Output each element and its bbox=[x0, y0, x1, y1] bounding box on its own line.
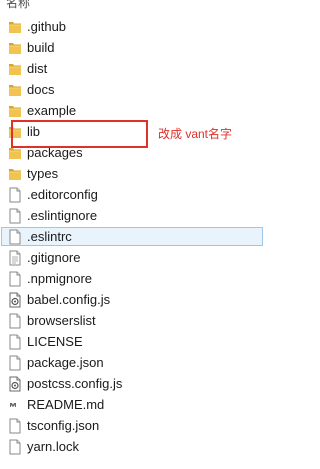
script-file-icon bbox=[8, 292, 22, 308]
item-name: yarn.lock bbox=[27, 439, 80, 454]
item-name: .editorconfig bbox=[27, 187, 98, 202]
file-row[interactable]: package.json bbox=[0, 352, 265, 373]
file-row[interactable]: .npmignore bbox=[0, 268, 265, 289]
file-row[interactable]: browserslist bbox=[0, 310, 265, 331]
item-name: .eslintrc bbox=[27, 229, 72, 244]
file-icon bbox=[8, 208, 22, 224]
file-row[interactable]: README.md bbox=[0, 394, 265, 415]
file-icon bbox=[8, 271, 22, 287]
folder-row[interactable]: types bbox=[0, 163, 265, 184]
file-row[interactable]: LICENSE bbox=[0, 331, 265, 352]
file-row[interactable]: yarn.lock bbox=[0, 436, 265, 457]
column-header[interactable]: 名称 bbox=[0, 0, 265, 14]
folder-icon bbox=[8, 19, 22, 35]
file-icon bbox=[8, 334, 22, 350]
folder-icon bbox=[8, 40, 22, 56]
item-name: types bbox=[27, 166, 59, 181]
file-icon bbox=[8, 439, 22, 455]
folder-row[interactable]: docs bbox=[0, 79, 265, 100]
item-name: build bbox=[27, 40, 55, 55]
item-name: babel.config.js bbox=[27, 292, 111, 307]
item-name: dist bbox=[27, 61, 48, 76]
annotation-text: 改成 vant名字 bbox=[158, 127, 233, 141]
item-name: LICENSE bbox=[27, 334, 83, 349]
file-icon bbox=[8, 187, 22, 203]
item-name: tsconfig.json bbox=[27, 418, 100, 433]
folder-row[interactable]: .github bbox=[0, 16, 265, 37]
text-file-icon bbox=[8, 250, 22, 266]
file-row[interactable]: .editorconfig bbox=[0, 184, 265, 205]
item-name: example bbox=[27, 103, 77, 118]
folder-icon bbox=[8, 61, 22, 77]
folder-icon bbox=[8, 103, 22, 119]
folder-row[interactable]: dist bbox=[0, 58, 265, 79]
file-row[interactable]: .eslintrc bbox=[0, 226, 265, 247]
file-list: .github build dist docs example lib packages ty… bbox=[0, 16, 265, 457]
folder-row[interactable]: example bbox=[0, 100, 265, 121]
item-name: README.md bbox=[27, 397, 105, 412]
file-row[interactable]: .eslintignore bbox=[0, 205, 265, 226]
item-name: postcss.config.js bbox=[27, 376, 123, 391]
item-name: .npmignore bbox=[27, 271, 93, 286]
markdown-file-icon bbox=[8, 397, 22, 413]
annotation-highlight-box bbox=[11, 120, 148, 148]
column-header-name: 名称 bbox=[6, 0, 31, 10]
script-file-icon bbox=[8, 376, 22, 392]
file-icon bbox=[8, 229, 22, 245]
file-icon bbox=[8, 313, 22, 329]
item-name: package.json bbox=[27, 355, 104, 370]
file-row[interactable]: .gitignore bbox=[0, 247, 265, 268]
file-row[interactable]: postcss.config.js bbox=[0, 373, 265, 394]
item-name: docs bbox=[27, 82, 55, 97]
item-name: .gitignore bbox=[27, 250, 81, 265]
file-row[interactable]: tsconfig.json bbox=[0, 415, 265, 436]
folder-icon bbox=[8, 82, 22, 98]
file-row[interactable]: babel.config.js bbox=[0, 289, 265, 310]
folder-icon bbox=[8, 166, 22, 182]
file-icon bbox=[8, 355, 22, 371]
file-icon bbox=[8, 418, 22, 434]
item-name: browserslist bbox=[27, 313, 96, 328]
item-name: .eslintignore bbox=[27, 208, 98, 223]
item-name: .github bbox=[27, 19, 67, 34]
folder-row[interactable]: build bbox=[0, 37, 265, 58]
